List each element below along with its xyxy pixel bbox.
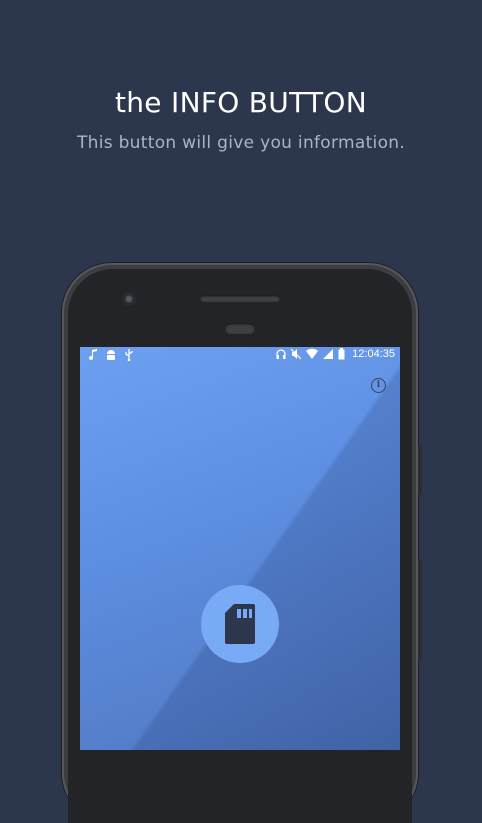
- status-time: 12:04:35: [352, 348, 395, 360]
- headphones-icon: [276, 349, 286, 359]
- phone-screen: 12:04:35 i: [80, 347, 400, 750]
- headline: the INFO BUTTON: [114, 86, 367, 119]
- phone-side-button-upper: [418, 445, 422, 495]
- signal-icon: [323, 349, 334, 359]
- phone-side-button-lower: [418, 560, 422, 660]
- info-icon[interactable]: i: [371, 378, 386, 393]
- wifi-icon: [306, 348, 319, 359]
- android-icon: [107, 350, 115, 360]
- status-bar: 12:04:35: [80, 347, 400, 365]
- battery-icon: [338, 348, 345, 360]
- sd-card-icon: [225, 604, 255, 644]
- front-camera: [122, 292, 136, 306]
- sd-card-button[interactable]: [201, 585, 279, 663]
- screen-shade: [80, 347, 400, 750]
- earpiece: [200, 295, 280, 302]
- status-left-icons: [88, 349, 134, 361]
- status-right-icons: 12:04:35: [276, 348, 395, 360]
- proximity-sensor: [225, 323, 255, 334]
- music-icon: [89, 349, 97, 361]
- subline: This button will give you information.: [76, 133, 406, 153]
- mute-icon: [291, 348, 302, 360]
- usb-icon: [125, 349, 133, 361]
